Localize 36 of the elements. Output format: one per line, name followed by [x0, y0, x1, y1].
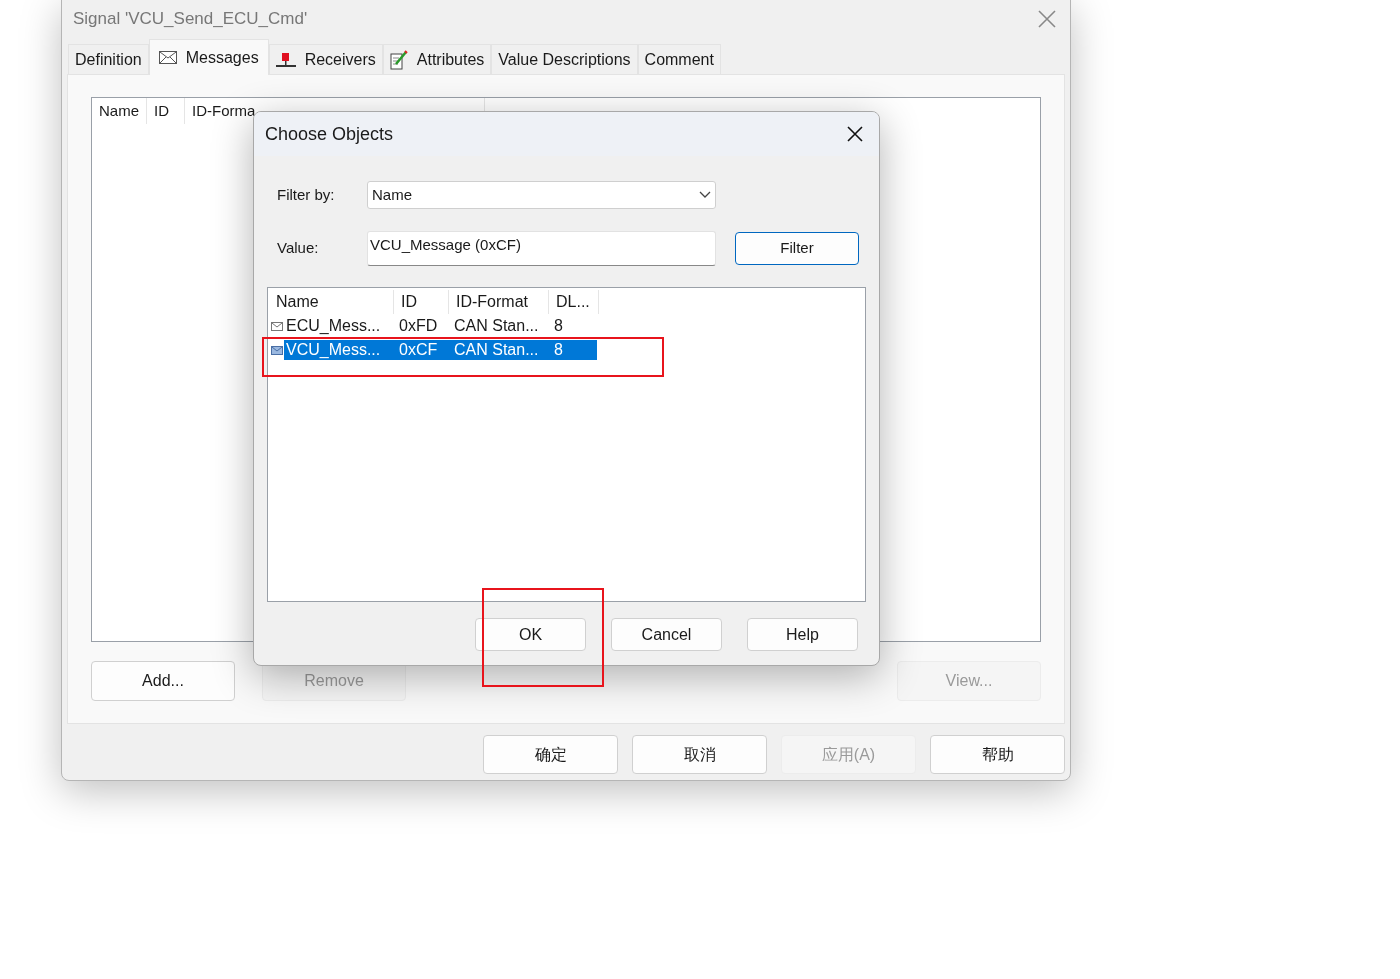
value-label: Value:	[277, 238, 320, 259]
column-header[interactable]: ID-Format	[449, 290, 549, 314]
envelope-icon	[269, 345, 284, 355]
column-header[interactable]: Name	[92, 98, 147, 124]
button[interactable]: Cancel	[611, 618, 722, 651]
objects-list[interactable]: Name ID ID-Format DL... ECU_Mess... 0xFD CAN Stan... 8 VCU_Mess... 0xCF CAN Stan... 8	[267, 287, 866, 602]
button[interactable]: Help	[747, 618, 858, 651]
button[interactable]: 取消	[632, 735, 767, 774]
tab[interactable]: Messages	[148, 39, 269, 75]
tab[interactable]: Attributes	[382, 44, 492, 74]
list-row[interactable]: VCU_Mess... 0xCF CAN Stan... 8	[284, 340, 597, 360]
window-title: Signal 'VCU_Send_ECU_Cmd'	[73, 8, 308, 31]
list-row[interactable]: ECU_Mess... 0xFD CAN Stan... 8	[284, 316, 597, 336]
tab[interactable]: Value Descriptions	[491, 44, 638, 74]
close-icon[interactable]	[847, 126, 863, 142]
value-field[interactable]: VCU_Message (0xCF)	[367, 231, 716, 266]
button[interactable]: 帮助	[930, 735, 1065, 774]
filter-by-label: Filter by:	[277, 184, 336, 205]
filter-button[interactable]: Filter	[735, 232, 859, 265]
network-node-icon	[275, 51, 296, 68]
dialog-title: Choose Objects	[265, 122, 394, 146]
column-header[interactable]: ID	[394, 290, 449, 314]
column-header[interactable]: DL...	[549, 290, 599, 314]
column-header[interactable]: ID	[147, 98, 185, 124]
tab[interactable]: Definition	[68, 44, 149, 74]
button[interactable]: 确定	[483, 735, 618, 774]
envelope-icon	[158, 51, 177, 64]
chevron-down-icon	[699, 191, 711, 199]
envelope-icon	[269, 321, 284, 331]
column-header[interactable]: Name	[269, 290, 394, 314]
filter-by-dropdown[interactable]: Name	[367, 181, 716, 209]
notepad-pencil-icon	[389, 49, 408, 70]
button[interactable]: Add...	[91, 661, 235, 701]
button[interactable]: OK	[475, 618, 586, 651]
tab[interactable]: Comment	[637, 44, 721, 74]
tab[interactable]: Receivers	[268, 44, 383, 74]
